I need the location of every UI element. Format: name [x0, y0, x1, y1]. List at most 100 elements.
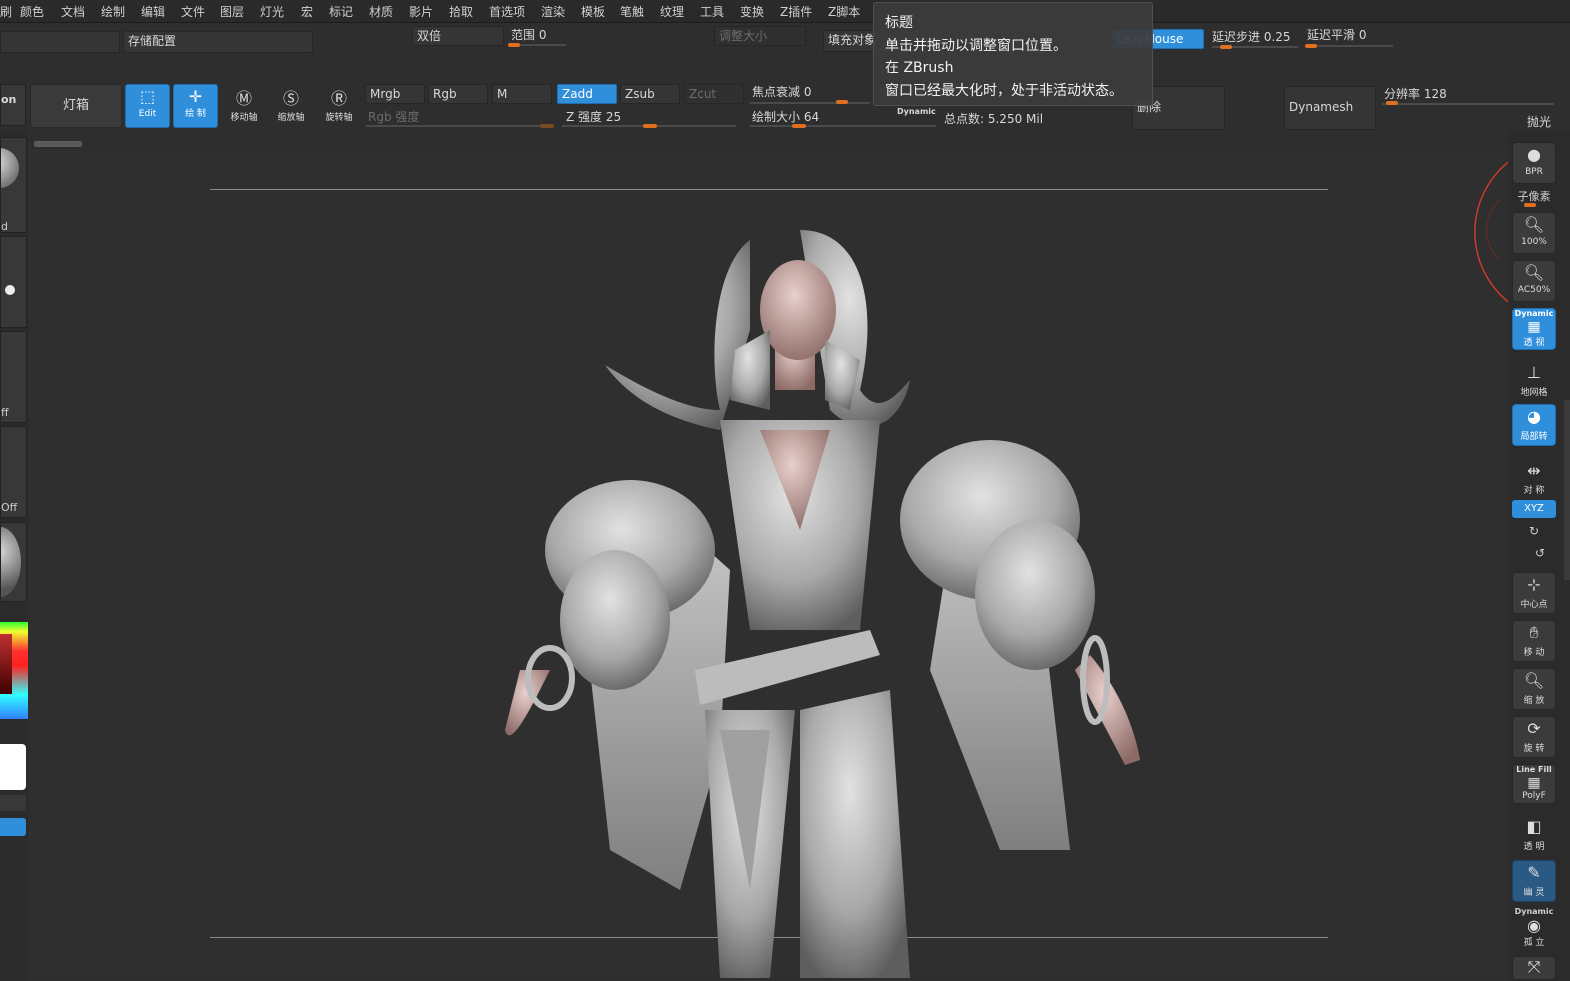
- rgb-intensity-knob[interactable]: [540, 124, 554, 128]
- draw-size-label[interactable]: 绘制大小 64: [752, 108, 819, 125]
- lazy-smooth-label[interactable]: 延迟平滑 0: [1307, 26, 1366, 43]
- zadd-button[interactable]: Zadd: [557, 84, 617, 104]
- title-tooltip: 标题 单击并拖动以调整窗口位置。 在 ZBrush 窗口已经最大化时，处于非活动…: [873, 2, 1153, 106]
- zcut-button[interactable]: Zcut: [684, 84, 744, 104]
- menu-item-0[interactable]: 颜色: [20, 3, 44, 20]
- draw-button[interactable]: ✛ 绘 制: [173, 84, 218, 128]
- resize-button[interactable]: 调整大小: [714, 26, 806, 46]
- menu-item-9[interactable]: 材质: [369, 3, 393, 20]
- menu-item-20[interactable]: Z脚本: [828, 3, 860, 20]
- edit-button[interactable]: ⬚ Edit: [125, 84, 170, 128]
- material-thumbnail[interactable]: [0, 522, 27, 602]
- m-button[interactable]: M: [492, 84, 552, 104]
- rgb-intensity-track[interactable]: [366, 125, 554, 127]
- menu-item-14[interactable]: 模板: [581, 3, 605, 20]
- z-intensity-knob[interactable]: [643, 124, 657, 128]
- lazy-step-slider-knob[interactable]: [1220, 45, 1232, 49]
- menu-item-11[interactable]: 拾取: [449, 3, 473, 20]
- rotate-tool-button[interactable]: Ⓡ 旋转轴: [321, 88, 357, 126]
- zoom-view-button[interactable]: 🔍︎ 缩 放: [1512, 668, 1556, 710]
- center-button[interactable]: ⊹ 中心点: [1512, 572, 1556, 614]
- rotate-y-icon[interactable]: ↻: [1508, 524, 1560, 538]
- bpr-button[interactable]: ● BPR: [1512, 142, 1556, 184]
- dynamic-label[interactable]: Dynamic: [897, 107, 936, 116]
- menu-bar: 刷 颜色 文档 绘制 编辑 文件 图层 灯光宏标记 材质 影片 拾取 首选项 渲染 模板 笔触 纹理 工具 变换…: [0, 0, 1570, 23]
- symmetry-button[interactable]: ⇹ 对 称: [1512, 458, 1556, 500]
- brush-thumbnail[interactable]: d: [0, 137, 27, 233]
- rgb-intensity-label[interactable]: Rgb 强度: [368, 108, 419, 125]
- left-field[interactable]: [0, 31, 120, 53]
- tray-scroll-handle[interactable]: [34, 141, 82, 147]
- xyz-button[interactable]: XYZ: [1512, 500, 1556, 518]
- range-slider-knob[interactable]: [508, 43, 520, 47]
- menu-item-4[interactable]: 文件: [181, 3, 205, 20]
- stroke-thumbnail[interactable]: [0, 236, 27, 328]
- menu-item-17[interactable]: 工具: [700, 3, 724, 20]
- actual-size-button[interactable]: 🔍︎ 100%: [1512, 212, 1556, 254]
- range-label[interactable]: 范围 0: [511, 26, 546, 43]
- subpixel-label[interactable]: 子像素: [1508, 188, 1560, 204]
- perspective-button[interactable]: Dynamic ▦ 透 视: [1512, 308, 1556, 350]
- z-intensity-label[interactable]: Z 强度 25: [566, 108, 621, 125]
- zsub-button[interactable]: Zsub: [620, 84, 680, 104]
- draw-size-track[interactable]: [750, 125, 936, 127]
- menu-item-2[interactable]: 绘制: [101, 3, 125, 20]
- right-tray-scrollbar[interactable]: [1564, 400, 1570, 580]
- menu-item-12[interactable]: 首选项: [489, 3, 525, 20]
- subpixel-knob[interactable]: [1524, 203, 1536, 207]
- focal-shift-knob[interactable]: [836, 100, 848, 104]
- sculpt-model[interactable]: [30, 150, 1508, 978]
- focal-shift-track[interactable]: [750, 102, 870, 104]
- color-picker[interactable]: [0, 622, 28, 719]
- projection-button[interactable]: on: [0, 84, 26, 126]
- lazy-smooth-slider-knob[interactable]: [1305, 44, 1317, 48]
- menu-item-18[interactable]: 变换: [740, 3, 764, 20]
- resolution-label[interactable]: 分辨率 128: [1384, 85, 1447, 102]
- move-view-button[interactable]: ✋︎ 移 动: [1512, 620, 1556, 662]
- lazy-smooth-slider-track[interactable]: [1305, 45, 1393, 47]
- menu-item-19[interactable]: Z插件: [780, 3, 812, 20]
- rotate-view-button[interactable]: ⟳ 旋 转: [1512, 716, 1556, 758]
- color-picker-shade[interactable]: [0, 634, 12, 694]
- ghost-button[interactable]: ✎ 幽 灵: [1512, 860, 1556, 902]
- menu-item-10[interactable]: 影片: [409, 3, 433, 20]
- antialias-half-button[interactable]: 🔍︎ AC50%: [1512, 260, 1556, 302]
- lightbox-button[interactable]: 灯箱: [30, 84, 122, 128]
- rgb-button[interactable]: Rgb: [428, 84, 488, 104]
- solo-button[interactable]: ◉ 孤 立: [1512, 916, 1556, 950]
- transparent-button[interactable]: ◧ 透 明: [1512, 814, 1556, 856]
- main-color-swatch[interactable]: [0, 744, 26, 790]
- frame-button[interactable]: ⤧: [1512, 956, 1556, 980]
- alpha-thumbnail[interactable]: ff: [0, 331, 27, 423]
- local-button[interactable]: ◕ 局部转: [1512, 404, 1556, 446]
- store-config-button[interactable]: 存储配置: [123, 31, 313, 53]
- menu-item-8[interactable]: 标记: [329, 3, 353, 20]
- secondary-color-swatch[interactable]: [0, 795, 26, 811]
- lazy-step-label[interactable]: 延迟步进 0.25: [1212, 28, 1291, 45]
- floor-button[interactable]: ⊥ 地网格: [1512, 360, 1556, 402]
- mrgb-button[interactable]: Mrgb: [365, 84, 425, 104]
- menu-item-partial[interactable]: 刷: [0, 3, 12, 20]
- menu-item-15[interactable]: 笔触: [620, 3, 644, 20]
- menu-item-13[interactable]: 渲染: [541, 3, 565, 20]
- menu-item-6[interactable]: 灯光: [260, 3, 284, 20]
- focal-shift-label[interactable]: 焦点衰减 0: [752, 83, 811, 100]
- menu-item-16[interactable]: 纹理: [660, 3, 684, 20]
- resolution-knob[interactable]: [1386, 101, 1398, 105]
- polyframe-button[interactable]: Line Fill ▦ PolyF: [1512, 764, 1556, 804]
- dynamesh-button[interactable]: Dynamesh: [1284, 86, 1376, 130]
- resolution-track[interactable]: [1382, 103, 1554, 105]
- double-button[interactable]: 双倍: [412, 26, 504, 46]
- draw-size-knob[interactable]: [792, 124, 806, 128]
- menu-item-3[interactable]: 编辑: [141, 3, 165, 20]
- move-tool-button[interactable]: Ⓜ 移动轴: [226, 88, 262, 126]
- menu-item-5[interactable]: 图层: [220, 3, 244, 20]
- polish-label[interactable]: 抛光: [1527, 113, 1551, 130]
- canvas-viewport[interactable]: [30, 150, 1521, 978]
- rotate-z-icon[interactable]: ↺: [1514, 546, 1566, 560]
- scale-tool-button[interactable]: Ⓢ 缩放轴: [273, 88, 309, 126]
- switch-color-button[interactable]: [0, 818, 26, 836]
- menu-item-7[interactable]: 宏: [301, 3, 313, 20]
- texture-thumbnail[interactable]: Off: [0, 426, 27, 518]
- menu-item-1[interactable]: 文档: [61, 3, 85, 20]
